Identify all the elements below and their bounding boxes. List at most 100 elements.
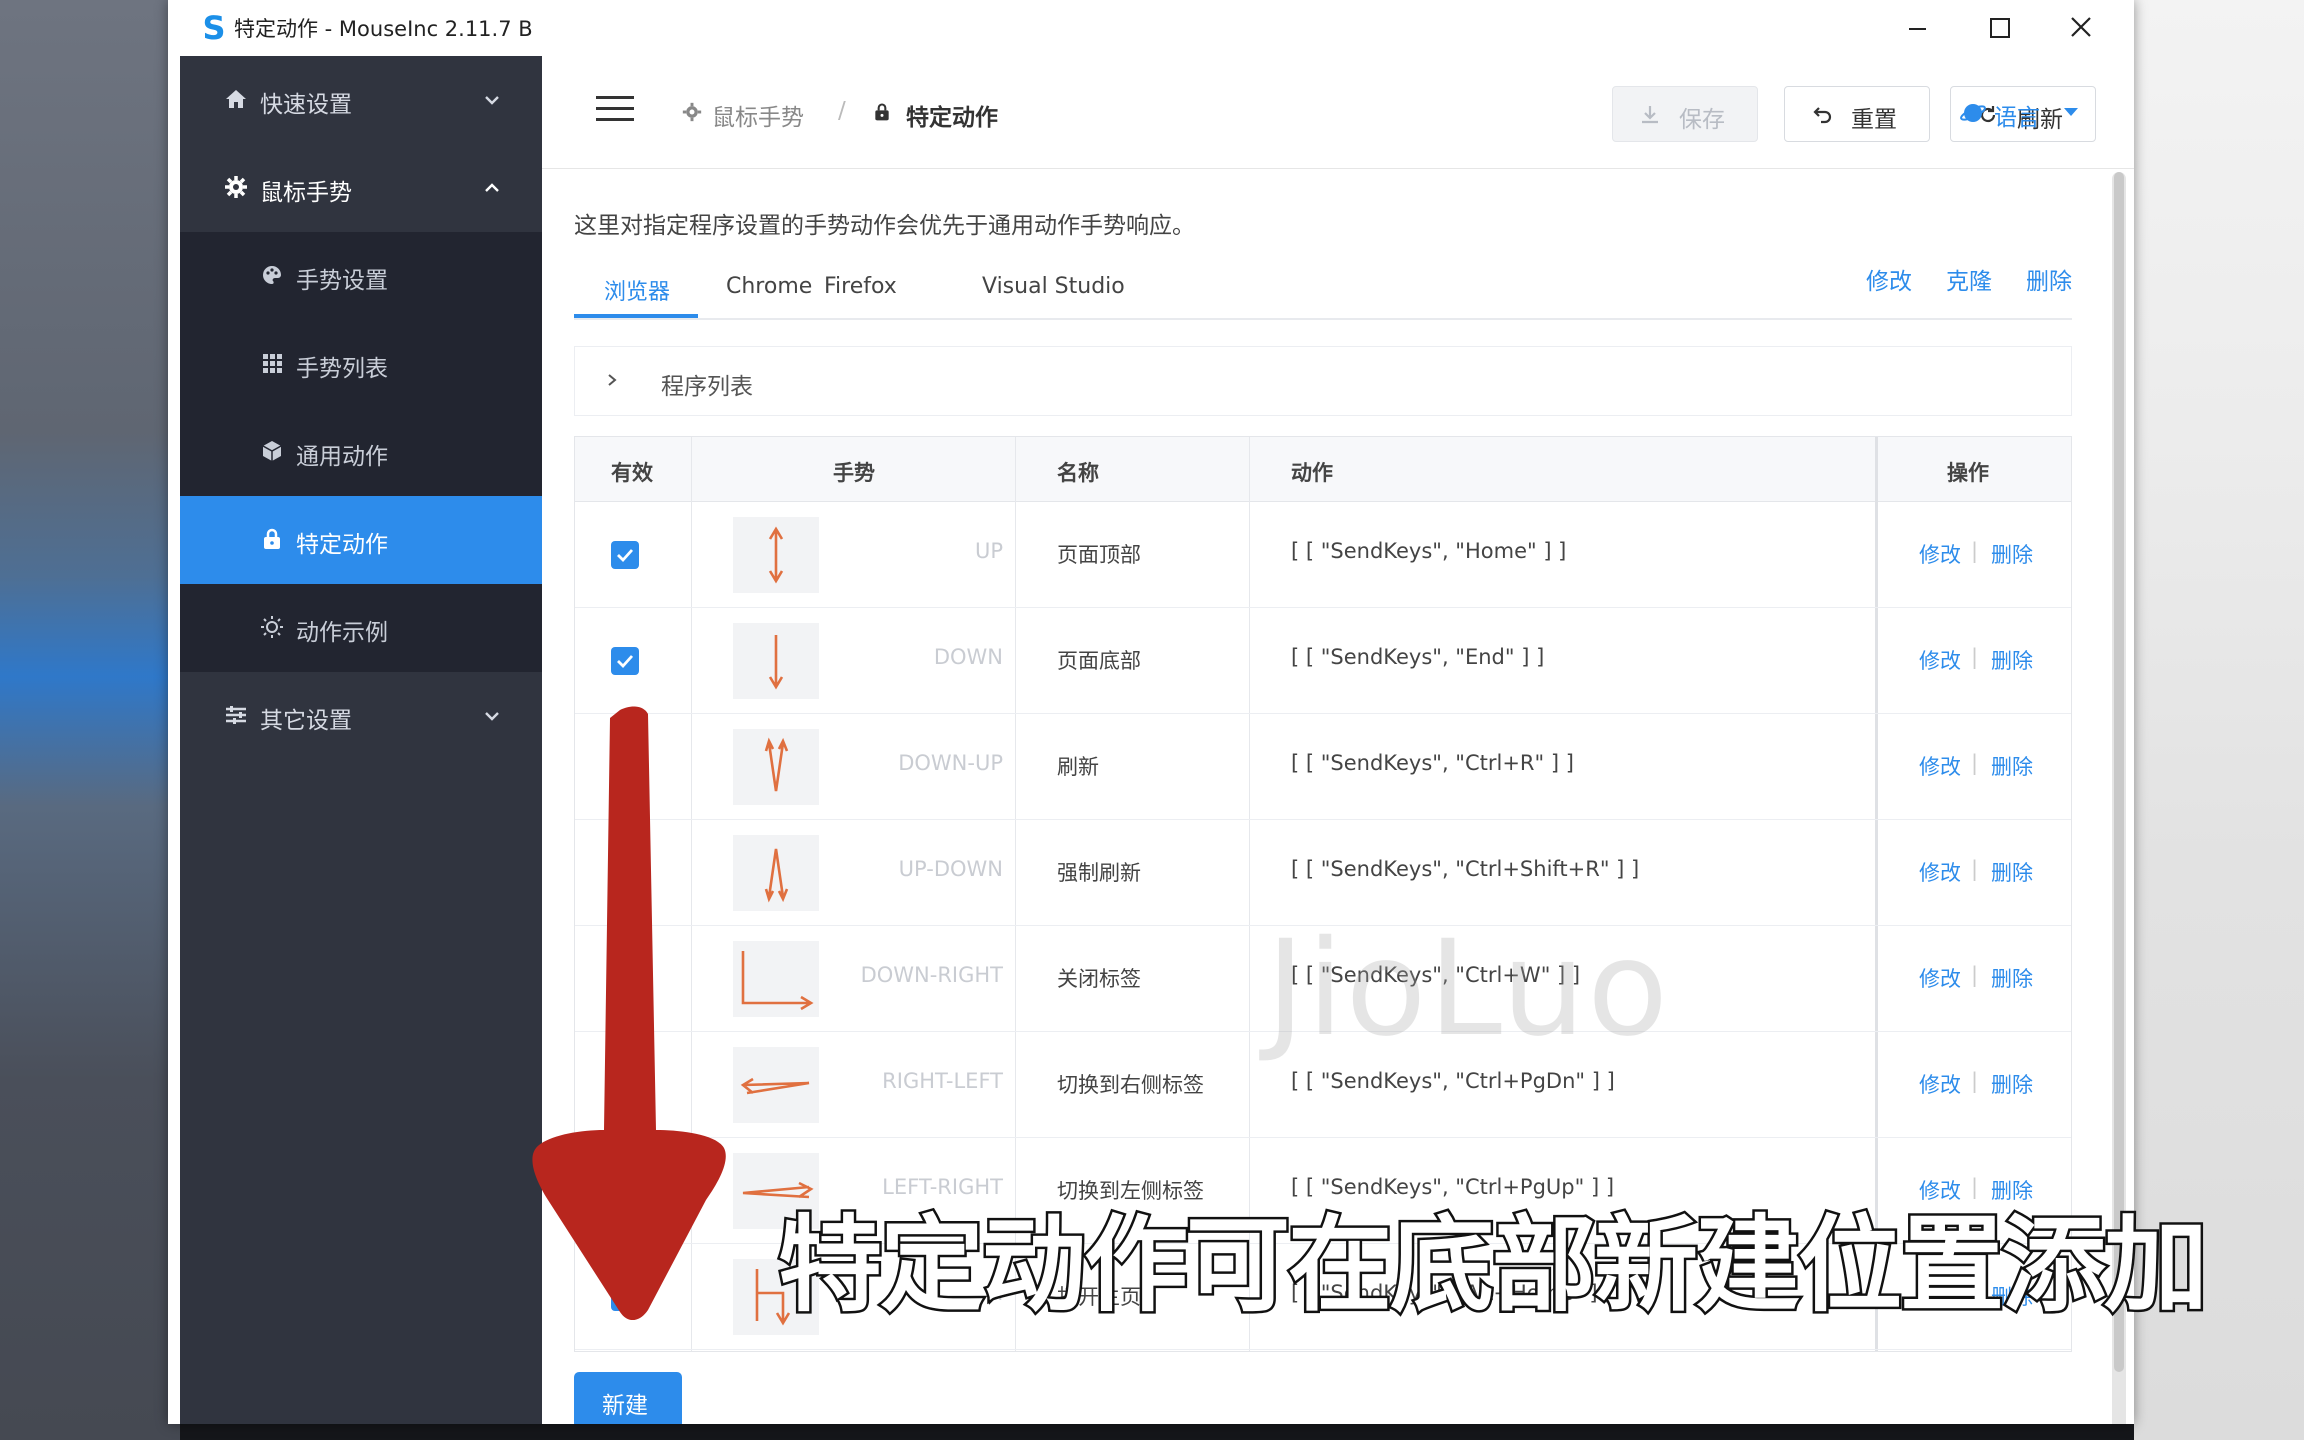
gesture-name: DOWN-UP: [898, 751, 1003, 775]
row-delete-link[interactable]: 删除: [1991, 857, 2033, 887]
sidebar-item-specific-actions[interactable]: 特定动作: [180, 496, 542, 584]
check-icon: [617, 655, 634, 669]
action-command: [ [ "SendKeys", "End" ] ]: [1291, 645, 1545, 669]
red-arrow-annotation: [532, 706, 726, 1321]
action-name: 页面底部: [1057, 649, 1141, 673]
gesture-thumbnail: [733, 517, 819, 593]
breadcrumb-parent[interactable]: 鼠标手势: [712, 98, 804, 132]
row-action-separator: |: [1971, 539, 1979, 563]
sidebar-item-mouse-gesture[interactable]: 鼠标手势: [180, 144, 542, 232]
chevron-down-icon: [485, 712, 499, 721]
sidebar-item-label: 快速设置: [260, 92, 352, 118]
table-row: UP 页面顶部 [ [ "SendKeys", "Home" ] ] 修改 | 删除: [575, 501, 2071, 608]
sidebar-item-gesture-list[interactable]: 手势列表: [180, 320, 542, 408]
sidebar-item-label: 手势设置: [296, 268, 388, 294]
desktop-background-left: [0, 0, 180, 1440]
caret-down-icon: [2064, 108, 2078, 116]
action-command: [ [ "SendKeys", "Ctrl+PgDn" ] ]: [1291, 1069, 1615, 1093]
chevron-down-icon: [485, 96, 499, 105]
new-button[interactable]: 新建: [574, 1372, 682, 1424]
row-edit-link[interactable]: 修改: [1919, 857, 1961, 887]
gear-icon: [682, 102, 702, 122]
action-name: 页面顶部: [1057, 543, 1141, 567]
column-header: 手势: [833, 461, 875, 485]
grid-icon: [263, 354, 282, 373]
tab-chrome[interactable]: Chrome: [726, 274, 812, 299]
title-bar: S 特定动作 - MouseInc 2.11.7 B: [168, 0, 2134, 56]
row-edit-link[interactable]: 修改: [1919, 751, 1961, 781]
tab-edit-link[interactable]: 修改: [1866, 262, 1912, 296]
sidebar-item-quick-settings[interactable]: 快速设置: [180, 56, 542, 144]
tab-visual-studio[interactable]: Visual Studio: [982, 274, 1125, 299]
gesture-submenu: 手势设置 手势列表 通用动作 特定动作 动作示例: [180, 232, 542, 672]
gesture-name: UP-DOWN: [898, 857, 1003, 881]
sidebar-item-label: 其它设置: [260, 708, 352, 734]
program-tabs: 浏览器 Chrome Firefox Visual Studio: [574, 256, 2072, 320]
collapse-label: 程序列表: [661, 374, 753, 400]
row-delete-link[interactable]: 删除: [1991, 645, 2033, 675]
cube-icon: [262, 441, 282, 461]
row-edit-link[interactable]: 修改: [1919, 645, 1961, 675]
row-delete-link[interactable]: 删除: [1991, 1069, 2033, 1099]
row-action-separator: |: [1971, 857, 1979, 881]
taskbar-strip: [180, 1424, 2134, 1440]
enabled-checkbox[interactable]: [611, 647, 639, 675]
gesture-name: RIGHT-LEFT: [882, 1069, 1003, 1093]
page-description: 这里对指定程序设置的手势动作会优先于通用动作手势响应。: [574, 213, 1195, 239]
video-subtitle: 特定动作可在底部新建位置添加: [775, 1202, 2210, 1329]
action-name: 强制刷新: [1057, 861, 1141, 885]
column-header: 有效: [611, 461, 653, 485]
breadcrumb-separator: /: [838, 98, 846, 124]
action-name: 切换到右侧标签: [1057, 1073, 1204, 1097]
column-header: 动作: [1291, 461, 1333, 485]
menu-toggle-icon[interactable]: [596, 96, 634, 124]
close-button[interactable]: [2050, 8, 2110, 48]
table-row: UP-DOWN 强制刷新 [ [ "SendKeys", "Ctrl+Shift+R…: [575, 819, 2071, 926]
row-edit-link[interactable]: 修改: [1919, 539, 1961, 569]
sidebar-item-action-examples[interactable]: 动作示例: [180, 584, 542, 672]
language-selector[interactable]: 语言: [1994, 98, 2040, 132]
gesture-thumbnail: [733, 623, 819, 699]
active-tab-indicator: [574, 314, 698, 318]
palette-icon: [262, 266, 281, 284]
sidebar-item-label: 特定动作: [296, 532, 388, 558]
sidebar-item-other-settings[interactable]: 其它设置: [180, 672, 542, 760]
tab-delete-link[interactable]: 删除: [2026, 262, 2072, 296]
tab-browser[interactable]: 浏览器: [604, 274, 670, 306]
gesture-name: DOWN-RIGHT: [860, 963, 1003, 987]
maximize-button[interactable]: [1968, 8, 2028, 48]
action-name: 关闭标签: [1057, 967, 1141, 991]
lock-icon: [875, 103, 889, 121]
row-delete-link[interactable]: 删除: [1991, 539, 2033, 569]
tab-firefox[interactable]: Firefox: [824, 274, 897, 299]
row-action-separator: |: [1971, 645, 1979, 669]
maximize-icon: [1990, 18, 2010, 38]
sun-icon: [261, 616, 283, 638]
page-title: 特定动作: [906, 105, 998, 131]
program-list-collapse[interactable]: 程序列表: [574, 346, 2072, 416]
tab-clone-link[interactable]: 克隆: [1946, 262, 1992, 296]
row-edit-link[interactable]: 修改: [1919, 963, 1961, 993]
row-action-separator: |: [1971, 1069, 1979, 1093]
action-command: [ [ "SendKeys", "Home" ] ]: [1291, 539, 1567, 563]
minimize-button[interactable]: [1887, 8, 1947, 48]
row-delete-link[interactable]: 删除: [1991, 751, 2033, 781]
sidebar-item-label: 通用动作: [296, 444, 388, 470]
lock-icon: [264, 528, 280, 549]
table-row: DOWN-UP 刷新 [ [ "SendKeys", "Ctrl+R" ] ] 修改 |…: [575, 713, 2071, 820]
page-header: 鼠标手势 / 特定动作 保存 重置 刷新: [542, 56, 2134, 169]
sidebar-item-common-actions[interactable]: 通用动作: [180, 408, 542, 496]
reset-button[interactable]: 重置: [1784, 86, 1930, 142]
sidebar: 快速设置 鼠标手势 手势设置 手势列表 通用动作 特定动作 动作示例 其它设置: [180, 56, 542, 1424]
undo-icon: [1813, 107, 1832, 124]
gesture-name: UP: [974, 539, 1003, 563]
app-logo-icon: S: [202, 9, 226, 47]
action-command: [ [ "SendKeys", "Ctrl+R" ] ]: [1291, 751, 1574, 775]
enabled-checkbox[interactable]: [611, 541, 639, 569]
row-edit-link[interactable]: 修改: [1919, 1069, 1961, 1099]
row-delete-link[interactable]: 删除: [1991, 963, 2033, 993]
save-button[interactable]: 保存: [1612, 86, 1758, 142]
sidebar-item-gesture-settings[interactable]: 手势设置: [180, 232, 542, 320]
table-header: 有效 手势 名称 动作 操作: [575, 437, 2071, 502]
download-icon: [1642, 106, 1658, 124]
